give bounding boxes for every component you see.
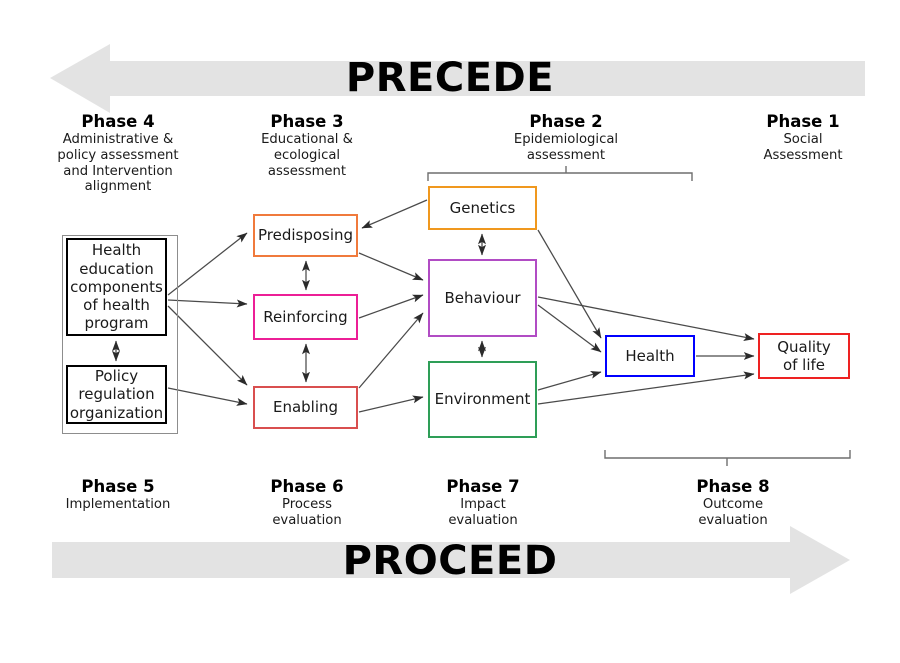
precede-banner-label: PRECEDE bbox=[345, 55, 555, 101]
phase-label-2: Phase 2 Epidemiological assessment bbox=[488, 112, 644, 164]
node-reinforcing[interactable]: Reinforcing bbox=[253, 294, 358, 340]
node-predisposing[interactable]: Predisposing bbox=[253, 214, 358, 257]
phase-label-7: Phase 7 Impact evaluation bbox=[412, 477, 554, 529]
arrow-predisposing-behaviour bbox=[358, 252, 424, 281]
phase-6-subtitle: Process evaluation bbox=[272, 497, 342, 529]
phase-2-title: Phase 2 bbox=[529, 112, 603, 131]
phase-label-6: Phase 6 Process evaluation bbox=[236, 477, 378, 529]
node-environment[interactable]: Environment bbox=[428, 361, 537, 438]
node-quality-of-life[interactable]: Quality of life bbox=[758, 333, 850, 379]
arrow-behaviour-health bbox=[537, 304, 602, 353]
arrow-policy-enabling bbox=[167, 387, 248, 406]
phase-5-subtitle: Implementation bbox=[65, 497, 171, 513]
node-health[interactable]: Health bbox=[605, 335, 695, 377]
arrow-healthedu-enabling bbox=[167, 305, 248, 386]
node-health-education-components[interactable]: Health education components of health pr… bbox=[66, 238, 167, 336]
phase-label-1: Phase 1 Social Assessment bbox=[728, 112, 878, 164]
phase-8-subtitle: Outcome evaluation bbox=[698, 497, 768, 529]
arrow-environment-qualityoflife bbox=[537, 371, 755, 405]
node-enabling[interactable]: Enabling bbox=[253, 386, 358, 429]
node-genetics[interactable]: Genetics bbox=[428, 186, 537, 230]
phase-8-title: Phase 8 bbox=[696, 477, 770, 496]
arrow-healthedu-predisposing bbox=[167, 232, 248, 296]
phase-4-title: Phase 4 bbox=[81, 112, 155, 131]
phase-5-title: Phase 5 bbox=[81, 477, 155, 496]
arrow-behaviour-qualityoflife bbox=[537, 296, 755, 341]
arrow-genetics-predisposing bbox=[361, 199, 428, 229]
phase-2-subtitle: Epidemiological assessment bbox=[513, 132, 619, 164]
phase-label-4: Phase 4 Administrative & policy assessme… bbox=[40, 112, 196, 195]
proceed-banner-label: PROCEED bbox=[342, 538, 558, 584]
node-policy-regulation-organization[interactable]: Policy regulation organization bbox=[66, 365, 167, 424]
phase-6-title: Phase 6 bbox=[270, 477, 344, 496]
arrow-enabling-environment bbox=[358, 395, 424, 413]
arrow-reinforcing-behaviour bbox=[358, 294, 424, 319]
phase-3-title: Phase 3 bbox=[270, 112, 344, 131]
arrow-environment-health bbox=[537, 370, 602, 391]
arrow-genetics-health bbox=[537, 229, 602, 339]
phase-3-subtitle: Educational & ecological assessment bbox=[261, 132, 353, 179]
arrow-healthedu-reinforcing bbox=[167, 299, 248, 308]
phase-7-title: Phase 7 bbox=[446, 477, 520, 496]
arrow-enabling-behaviour bbox=[358, 312, 424, 389]
phase-8-bracket bbox=[604, 450, 851, 466]
phase-7-subtitle: Impact evaluation bbox=[448, 497, 518, 529]
phase-label-3: Phase 3 Educational & ecological assessm… bbox=[236, 112, 378, 179]
phase-1-subtitle: Social Assessment bbox=[763, 132, 843, 164]
phase-2-bracket bbox=[427, 166, 693, 181]
phase-label-8: Phase 8 Outcome evaluation bbox=[658, 477, 808, 529]
node-behaviour[interactable]: Behaviour bbox=[428, 259, 537, 337]
phase-4-subtitle: Administrative & policy assessment and I… bbox=[57, 132, 179, 195]
phase-1-title: Phase 1 bbox=[766, 112, 840, 131]
precede-proceed-diagram: PRECEDE PROCEED Phase 4 Administrative &… bbox=[0, 0, 900, 663]
phase-label-5: Phase 5 Implementation bbox=[40, 477, 196, 513]
